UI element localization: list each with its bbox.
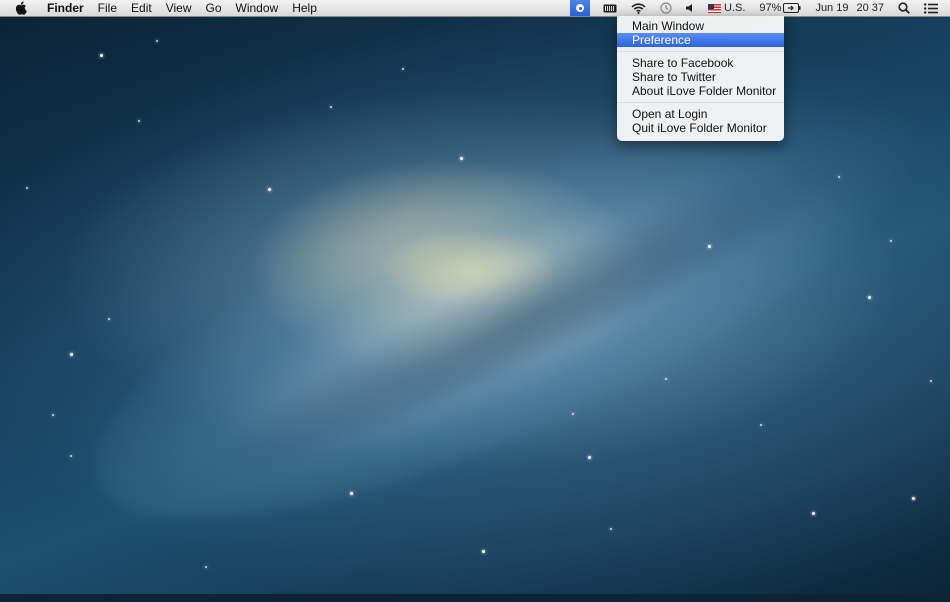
status-menu-dropdown: Main Window Preference Share to Facebook… [617,16,784,141]
menu-view[interactable]: View [159,0,199,16]
star [812,512,815,515]
menu-item-preference[interactable]: Preference [617,33,784,47]
star [70,353,73,356]
star [402,68,404,70]
star [52,414,54,416]
menu-item-main-window[interactable]: Main Window [617,19,784,33]
menu-item-quit[interactable]: Quit iLove Folder Monitor [617,121,784,135]
star [26,187,28,189]
clock-time: 20 37 [856,2,884,14]
menu-item-open-at-login[interactable]: Open at Login [617,107,784,121]
ilove-folder-monitor-icon[interactable] [570,0,590,16]
battery-percent: 97% [759,2,782,14]
us-flag-icon [708,3,721,13]
star [108,318,110,320]
menu-bar: Finder File Edit View Go Window Help U.S… [0,0,950,17]
menu-file[interactable]: File [91,0,124,16]
apple-icon[interactable] [14,1,28,15]
star [330,106,332,108]
star [138,120,140,122]
clock[interactable]: Jun 19 20 37 [815,2,884,14]
menu-item-share-twitter[interactable]: Share to Twitter [617,70,784,84]
battery-status-icon[interactable] [603,4,617,13]
star [890,240,892,242]
star [760,424,762,426]
star [930,380,932,382]
menu-separator [617,51,784,52]
star [350,492,353,495]
clock-date: Jun 19 [815,2,849,14]
star [156,40,158,42]
input-source-label: U.S. [724,2,746,14]
notification-center-icon[interactable] [924,2,938,14]
star [460,157,463,160]
star [588,456,591,459]
spotlight-icon[interactable] [898,2,910,14]
wifi-icon[interactable] [631,2,646,14]
volume-icon[interactable] [686,3,694,13]
star [572,413,574,415]
star [205,566,207,568]
star [268,188,271,191]
menu-go[interactable]: Go [199,0,229,16]
time-machine-icon[interactable] [660,2,672,14]
star [100,54,103,57]
menu-item-share-facebook[interactable]: Share to Facebook [617,56,784,70]
input-source-menu[interactable]: U.S. [708,2,745,14]
menu-window[interactable]: Window [229,0,286,16]
menu-item-about[interactable]: About iLove Folder Monitor [617,84,784,98]
battery-icon [783,3,801,13]
desktop-wallpaper [0,0,950,602]
battery-menu[interactable]: 97% [759,2,801,14]
star [838,176,840,178]
star [665,378,667,380]
menu-help[interactable]: Help [285,0,324,16]
star [912,497,915,500]
star [70,455,72,457]
star [708,245,711,248]
menu-finder[interactable]: Finder [40,0,91,16]
star [868,296,871,299]
star [610,528,612,530]
menu-separator [617,102,784,103]
star [482,550,485,553]
menu-edit[interactable]: Edit [124,0,159,16]
